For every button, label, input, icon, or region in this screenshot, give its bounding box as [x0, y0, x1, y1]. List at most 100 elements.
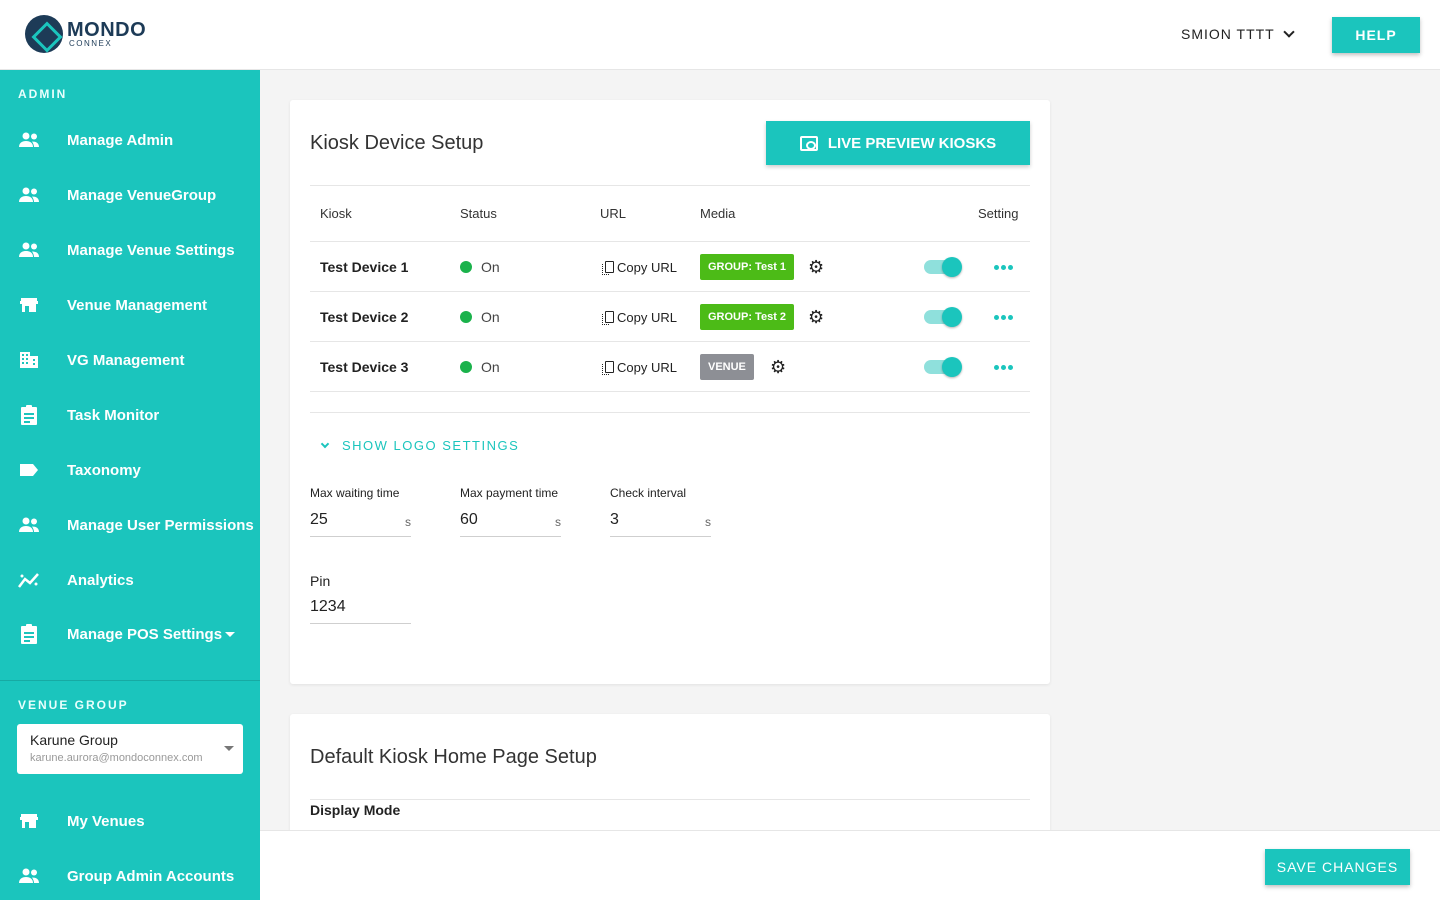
- show-logo-settings-toggle[interactable]: SHOW LOGO SETTINGS: [320, 438, 520, 453]
- dropdown-arrow-icon: [224, 746, 234, 751]
- field-unit: s: [555, 515, 561, 529]
- device-name: Test Device 1: [320, 259, 409, 275]
- device-status: On: [460, 242, 500, 292]
- sidebar-item-label: Group Admin Accounts: [67, 867, 235, 885]
- field-value[interactable]: 25: [310, 511, 328, 536]
- venue-group-email: karune.aurora@mondoconnex.com: [30, 752, 203, 764]
- logo-mark-icon: [25, 15, 63, 53]
- venue-group-name: Karune Group: [30, 732, 118, 748]
- sidebar-item-label: My Venues: [67, 812, 145, 830]
- status-dot-icon: [460, 361, 472, 373]
- field-value[interactable]: 1234: [310, 598, 346, 623]
- sidebar-item-label: Manage POS Settings: [67, 625, 223, 643]
- store-icon: [18, 294, 40, 316]
- column-header-kiosk: Kiosk: [320, 206, 352, 221]
- sidebar-item-manage-admin[interactable]: Manage Admin: [0, 120, 260, 160]
- save-changes-button[interactable]: SAVE CHANGES: [1265, 849, 1410, 885]
- status-dot-icon: [460, 311, 472, 323]
- table-row: Test Device 1 On Copy URL GROUP: Test 1 …: [310, 242, 1030, 292]
- status-text: On: [481, 359, 500, 375]
- more-options-icon[interactable]: [994, 242, 1015, 292]
- brand-name: MONDO: [67, 19, 147, 41]
- divider: [310, 412, 1030, 413]
- sidebar-item-label: Taxonomy: [67, 461, 141, 479]
- caret-down-icon[interactable]: [225, 631, 235, 637]
- label-icon: [18, 459, 40, 481]
- sidebar-item-venue-management[interactable]: Venue Management: [0, 285, 260, 325]
- sidebar-item-my-venues[interactable]: My Venues: [0, 801, 260, 841]
- device-enable-toggle[interactable]: [924, 292, 962, 342]
- device-enable-toggle[interactable]: [924, 242, 962, 292]
- gear-icon[interactable]: ⚙: [770, 342, 786, 392]
- live-preview-button[interactable]: LIVE PREVIEW KIOSKS: [766, 121, 1030, 165]
- preview-icon: [799, 135, 818, 151]
- field-label: Check interval: [610, 486, 687, 500]
- more-options-icon[interactable]: [994, 342, 1015, 392]
- column-header-media: Media: [700, 206, 736, 221]
- sidebar-item-manage-user-permissions[interactable]: Manage User Permissions: [0, 505, 260, 545]
- gear-icon[interactable]: ⚙: [808, 292, 824, 342]
- sidebar-item-label: VG Management: [67, 351, 185, 369]
- venue-group-select[interactable]: Karune Group karune.aurora@mondoconnex.c…: [17, 724, 243, 774]
- field-label: Max payment time: [460, 486, 559, 500]
- sidebar-item-manage-venue-settings[interactable]: Manage Venue Settings: [0, 230, 260, 270]
- copy-url-label: Copy URL: [617, 309, 677, 325]
- copy-url-button[interactable]: Copy URL: [602, 342, 677, 392]
- user-menu[interactable]: SMION TTTT: [1181, 26, 1295, 42]
- pin-field[interactable]: Pin 1234: [310, 573, 411, 624]
- media-tag[interactable]: VENUE: [700, 342, 754, 392]
- copy-url-button[interactable]: Copy URL: [602, 242, 677, 292]
- divider: [310, 185, 1030, 186]
- media-tag[interactable]: GROUP: Test 2: [700, 292, 795, 342]
- device-name: Test Device 2: [320, 309, 409, 325]
- sidebar-item-taxonomy[interactable]: Taxonomy: [0, 450, 260, 490]
- brand-logo[interactable]: MONDO CONNEX: [25, 15, 146, 53]
- sidebar-item-label: Manage VenueGroup: [67, 186, 217, 204]
- device-status: On: [460, 342, 500, 392]
- copy-url-label: Copy URL: [617, 259, 677, 275]
- media-tag[interactable]: GROUP: Test 1: [700, 242, 795, 292]
- sidebar-item-manage-venuegroup[interactable]: Manage VenueGroup: [0, 175, 260, 215]
- help-button[interactable]: HELP: [1332, 17, 1420, 53]
- status-text: On: [481, 309, 500, 325]
- sidebar-item-vg-management[interactable]: VG Management: [0, 340, 260, 380]
- sidebar-item-task-monitor[interactable]: Task Monitor: [0, 395, 260, 435]
- sidebar-item-label: Venue Management: [67, 296, 208, 314]
- column-header-setting: Setting: [978, 206, 1019, 221]
- max-payment-time-field[interactable]: Max payment time 60 s: [460, 486, 561, 537]
- more-options-icon[interactable]: [994, 292, 1015, 342]
- copy-url-button[interactable]: Copy URL: [602, 292, 677, 342]
- divider: [310, 799, 1030, 800]
- column-header-url: URL: [600, 206, 627, 221]
- field-value[interactable]: 60: [460, 511, 478, 536]
- analytics-icon: [18, 569, 40, 591]
- people-icon: [18, 865, 40, 887]
- chevron-down-icon: [1283, 26, 1295, 38]
- sidebar-item-manage-pos-settings[interactable]: Manage POS Settings: [0, 614, 260, 654]
- clipboard-icon: [18, 623, 40, 645]
- field-value[interactable]: 3: [610, 511, 619, 536]
- display-mode-label: Display Mode: [310, 802, 401, 818]
- venue-group-section-title: VENUE GROUP: [18, 698, 129, 712]
- sidebar-item-group-admin-accounts[interactable]: Group Admin Accounts: [0, 856, 260, 896]
- status-text: On: [481, 259, 500, 275]
- user-name: SMION TTTT: [1181, 26, 1275, 42]
- sidebar-item-label: Manage Venue Settings: [67, 241, 235, 259]
- show-logo-settings-label: SHOW LOGO SETTINGS: [342, 438, 520, 453]
- copy-icon: [602, 311, 614, 325]
- check-interval-field[interactable]: Check interval 3 s: [610, 486, 711, 537]
- bottom-action-bar: SAVE CHANGES: [260, 830, 1440, 900]
- admin-section-title: ADMIN: [18, 87, 68, 101]
- device-enable-toggle[interactable]: [924, 342, 962, 392]
- people-icon: [18, 184, 40, 206]
- device-name: Test Device 3: [320, 359, 409, 375]
- max-waiting-time-field[interactable]: Max waiting time 25 s: [310, 486, 411, 537]
- chevron-down-icon: [320, 439, 330, 448]
- field-label: Pin: [310, 573, 331, 589]
- people-icon: [18, 239, 40, 261]
- gear-icon[interactable]: ⚙: [808, 242, 824, 292]
- copy-url-label: Copy URL: [617, 359, 677, 375]
- field-label: Max waiting time: [310, 486, 400, 500]
- sidebar-item-analytics[interactable]: Analytics: [0, 560, 260, 600]
- field-unit: s: [405, 515, 411, 529]
